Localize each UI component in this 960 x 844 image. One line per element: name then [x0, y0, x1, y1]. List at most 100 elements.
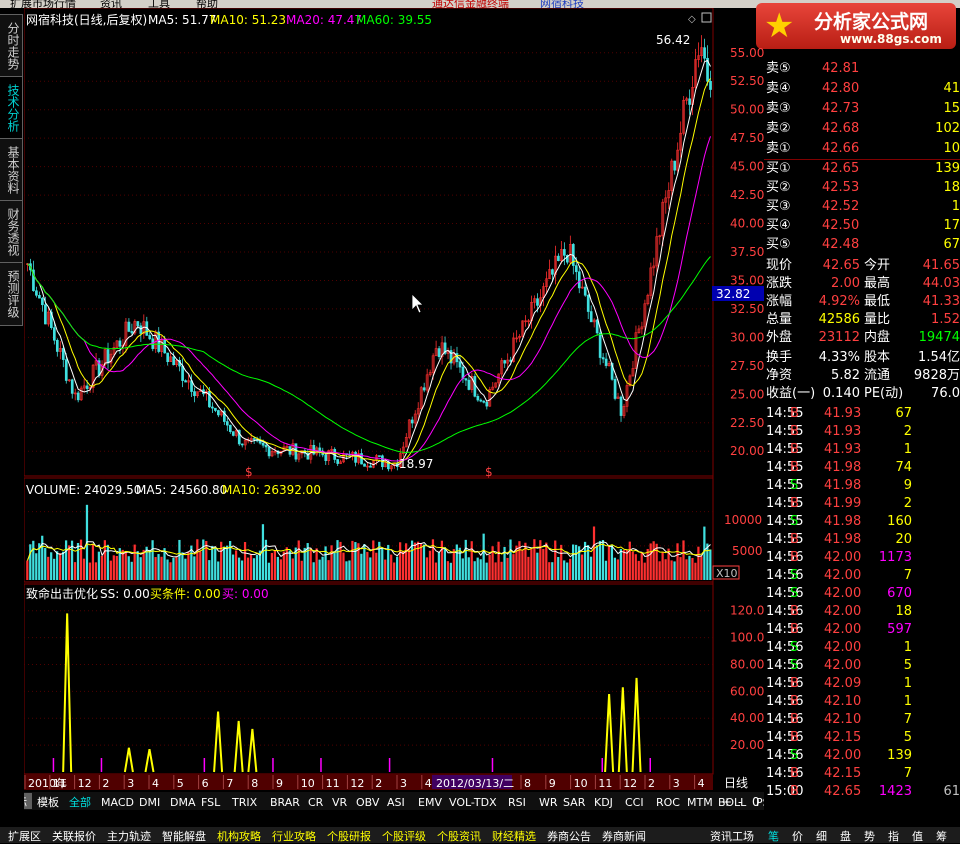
volume-bar	[393, 562, 396, 580]
menu-item-extended-market[interactable]: 扩展市场行情	[10, 0, 76, 8]
bottom-tab[interactable]: 个股研报	[327, 828, 371, 844]
current-price-tag-text: 32.82	[716, 287, 750, 301]
bottom-tab[interactable]: 机构攻略	[217, 828, 261, 844]
volume-bar	[243, 542, 247, 580]
volume-bar	[652, 541, 655, 580]
volume-bar	[130, 561, 133, 580]
tick-volume: 74	[895, 460, 912, 475]
tick-side: B	[790, 604, 799, 619]
bottom-tab[interactable]: 财经精选	[492, 828, 536, 844]
tick-row: 14:56 42.00 597 B	[764, 621, 960, 639]
bottom-tab[interactable]: 智能解盘	[162, 828, 206, 844]
tick-row: 14:56 42.00 5 S	[764, 657, 960, 675]
candle-body	[464, 378, 468, 381]
indicator-tab[interactable]: CCI	[625, 796, 644, 809]
indicator-tab[interactable]: 模板	[37, 795, 59, 809]
volume-bar	[703, 526, 706, 580]
tab-technical-analysis[interactable]: 技术分析	[0, 76, 23, 140]
kline-chart-area[interactable]: 55.00 52.50 50.00 47.50 45.00 42.50 40.00 37.50…	[24, 8, 764, 810]
dividend-marker[interactable]: $	[485, 465, 493, 479]
volume-bar	[440, 540, 444, 580]
indicator-tab[interactable]: ROC	[656, 796, 680, 809]
menu-item-tools[interactable]: 工具	[148, 0, 170, 8]
indicator-tab[interactable]: TRIX	[231, 796, 258, 809]
tab-timeline[interactable]: 分时走势	[0, 14, 23, 78]
indicator-tab[interactable]: MTM	[687, 796, 713, 809]
indicator-tab[interactable]: BRAR	[270, 796, 300, 809]
window-toggle-icon[interactable]	[701, 12, 712, 23]
indicator-tab[interactable]: CR	[308, 796, 324, 809]
diamond-icon[interactable]: ◇	[688, 14, 696, 25]
right-panel-tab[interactable]: 筹	[936, 828, 947, 844]
menu-item-news[interactable]: 资讯	[100, 0, 122, 8]
volume-bar	[163, 548, 166, 580]
indicator-tab[interactable]: SAR	[563, 796, 586, 809]
candle-body	[139, 325, 143, 334]
right-panel-tab[interactable]: 指	[888, 828, 899, 844]
zoom-in-button[interactable]: +	[722, 795, 732, 809]
volume-bar	[709, 549, 712, 580]
bottom-tab[interactable]: 主力轨迹	[107, 828, 151, 844]
right-panel-tab[interactable]: 值	[912, 828, 923, 844]
indicator-tab[interactable]: VR	[332, 796, 348, 809]
level-volume: 15	[943, 101, 960, 116]
volume-bar	[452, 549, 455, 580]
logo-url: www.88gs.com	[840, 32, 942, 46]
info-factory-tab[interactable]: 资讯工场	[710, 828, 754, 844]
zoom-out-button[interactable]: -	[738, 795, 742, 809]
bottom-tab[interactable]: 关联报价	[52, 828, 96, 844]
tick-side: B	[790, 424, 799, 439]
zoom-reset-button[interactable]: 0	[752, 795, 760, 809]
right-panel-tab[interactable]: 盘	[840, 828, 851, 844]
dividend-marker[interactable]: $	[245, 465, 253, 479]
right-panel-tab[interactable]: 细	[816, 828, 827, 844]
candle-body	[148, 335, 152, 340]
indicator-tab[interactable]: EMV	[418, 796, 442, 809]
volume-bar	[166, 559, 169, 580]
volume-bar	[151, 540, 154, 580]
bottom-tab[interactable]: 券商新闻	[602, 828, 646, 844]
right-panel-tab[interactable]: 笔	[768, 828, 779, 844]
bottom-tab[interactable]: 个股评级	[382, 828, 426, 844]
bottom-bar: 扩展区 关联报价 主力轨迹 智能解盘 机构攻略 行业攻略 个股研报 个股评级 个股资讯 财经精选券…	[0, 810, 960, 843]
tick-volume: 9	[903, 478, 912, 493]
indicator-tab[interactable]: 指标	[24, 795, 27, 809]
indicator-tab[interactable]: MACD	[101, 796, 134, 809]
bottom-tab[interactable]: 行业攻略	[272, 828, 316, 844]
date-axis-label: 9	[276, 777, 283, 790]
tab-basic-info[interactable]: 基本资料	[0, 138, 23, 202]
volume-bar	[136, 551, 139, 580]
indicator-tab[interactable]: RSI	[508, 796, 526, 809]
menu-item-help[interactable]: 帮助	[196, 0, 218, 8]
indicator-tab[interactable]: ASI	[387, 796, 405, 809]
volume-bar	[291, 558, 294, 580]
volume-bar	[545, 542, 548, 580]
indicator-tab[interactable]: VOL-TDX	[449, 796, 497, 809]
sell-level: 卖⑤ 42.81	[764, 60, 960, 78]
indicator-tab[interactable]: 全部	[69, 795, 91, 809]
indicator-tab[interactable]: FSL	[201, 796, 221, 809]
volume-bar	[628, 541, 631, 580]
sell-level: 卖① 42.66 10	[764, 140, 960, 158]
buy-level: 买① 42.65 139	[764, 160, 960, 178]
bottom-tab[interactable]: 券商公告	[547, 828, 591, 844]
indicator-tab[interactable]: OBV	[356, 796, 380, 809]
candle-body	[551, 269, 554, 275]
tab-forecast[interactable]: 预测评级	[0, 262, 23, 326]
period-label[interactable]: 日线	[724, 776, 748, 790]
right-panel-tab[interactable]: 价	[792, 828, 803, 844]
bottom-tab[interactable]: 个股资讯	[437, 828, 481, 844]
candle-body	[44, 304, 47, 325]
indicator-tab[interactable]: DMA	[170, 796, 196, 809]
quote-label: 股本	[864, 350, 891, 365]
candle-body	[136, 321, 140, 327]
indicator-tab[interactable]: KDJ	[594, 796, 613, 809]
tab-financial[interactable]: 财务透视	[0, 200, 23, 264]
indicator-tab[interactable]: DMI	[139, 796, 160, 809]
volume-bar	[157, 554, 160, 580]
bottom-tab[interactable]: 扩展区	[8, 828, 41, 844]
banner-stock-name: 网宿科技	[540, 0, 584, 8]
right-panel-tab[interactable]: 势	[864, 828, 875, 844]
indicator-tab[interactable]: WR	[539, 796, 558, 809]
candle-body	[172, 356, 175, 366]
